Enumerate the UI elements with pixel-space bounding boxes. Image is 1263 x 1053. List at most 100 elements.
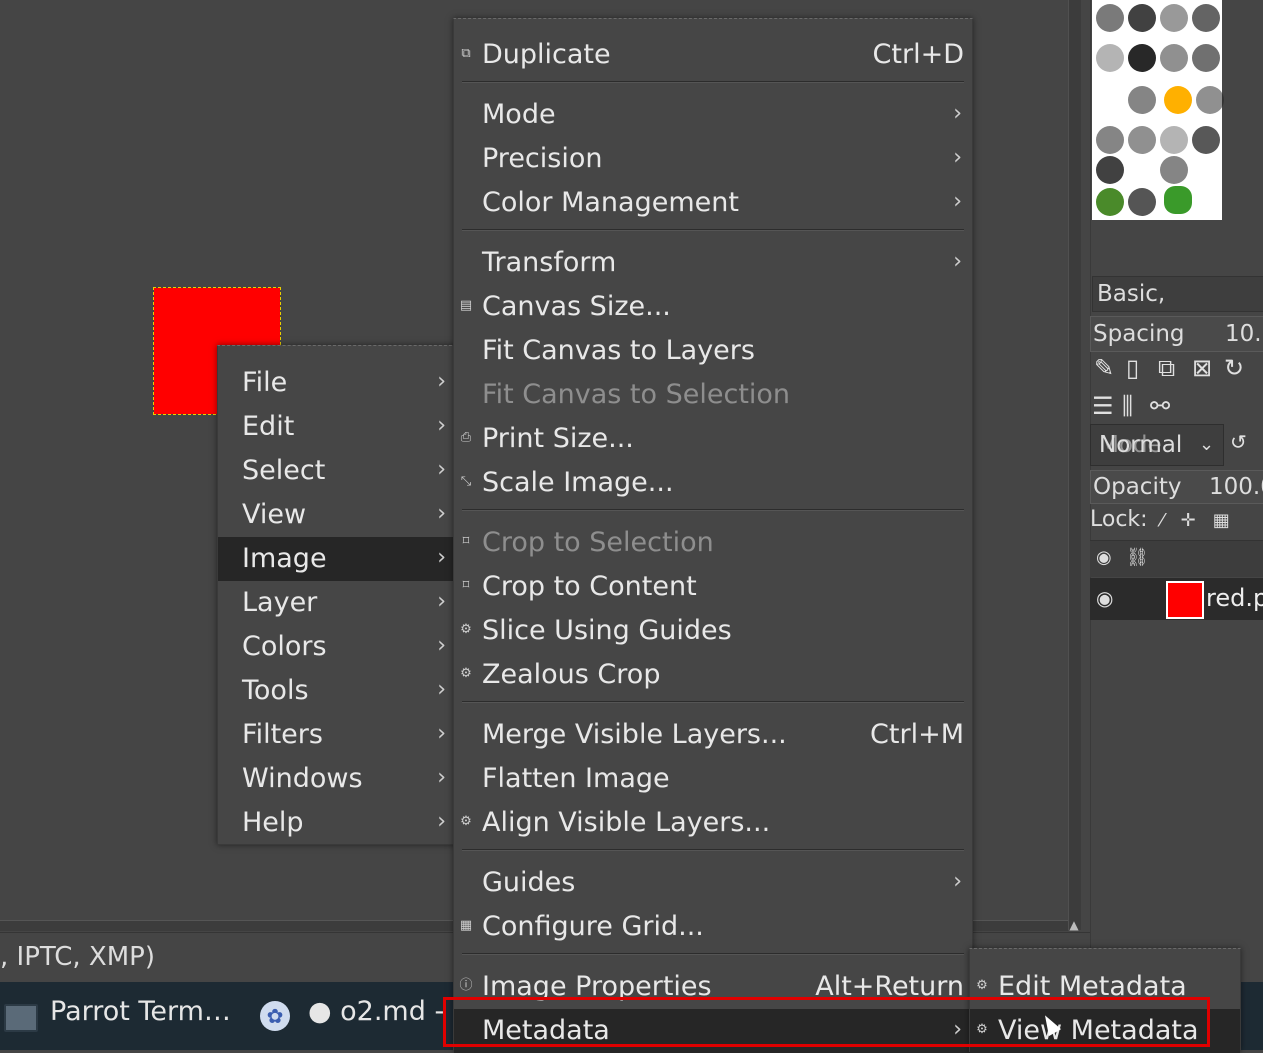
brush-thumb[interactable]: [1196, 86, 1224, 114]
menu-item-view[interactable]: View ›: [218, 493, 456, 537]
brush-thumb[interactable]: [1128, 86, 1156, 114]
menu-item-scale-image[interactable]: ⤡ Scale Image...: [454, 461, 972, 505]
brush-grid[interactable]: [1092, 0, 1224, 220]
chevron-right-icon: ›: [953, 869, 962, 894]
menu-item-duplicate[interactable]: ⧉ Duplicate Ctrl+D: [454, 33, 972, 77]
eye-icon[interactable]: ◉: [1096, 586, 1113, 610]
opacity-slider[interactable]: Opacity 100.0: [1090, 470, 1263, 504]
brush-thumb[interactable]: [1096, 126, 1124, 154]
menu-item-layer[interactable]: Layer ›: [218, 581, 456, 625]
lock-pixels-icon[interactable]: ⁄: [1161, 510, 1164, 531]
paths-tab-icon[interactable]: ⚯: [1150, 392, 1170, 420]
visibility-header-icon: ◉: [1096, 547, 1112, 568]
brush-thumb[interactable]: [1164, 186, 1192, 214]
refresh-brushes-icon[interactable]: ↻: [1224, 354, 1244, 382]
separator: [462, 81, 964, 83]
brush-name-field[interactable]: Basic,: [1092, 276, 1263, 312]
menu-item-help[interactable]: Help ›: [218, 801, 456, 845]
menu-item-transform[interactable]: Transform ›: [454, 241, 972, 285]
edit-brush-icon[interactable]: ✎: [1094, 354, 1114, 382]
layers-tab-icon[interactable]: ☰: [1092, 392, 1114, 420]
separator: [462, 849, 964, 851]
menu-item-canvas-size[interactable]: ▤ Canvas Size...: [454, 285, 972, 329]
brush-thumb[interactable]: [1096, 156, 1124, 184]
reset-mode-icon[interactable]: ↺: [1230, 430, 1247, 454]
chevron-right-icon: ›: [437, 633, 446, 658]
shortcut-duplicate: Ctrl+D: [872, 39, 964, 70]
brush-thumb[interactable]: [1160, 44, 1188, 72]
taskbar-item-terminal[interactable]: Parrot Term…: [50, 996, 231, 1027]
brush-thumb[interactable]: [1128, 126, 1156, 154]
brush-thumb[interactable]: [1192, 126, 1220, 154]
taskbar-item-editor[interactable]: ● o2.md -: [308, 996, 444, 1027]
duplicate-brush-icon[interactable]: ⧉: [1158, 354, 1175, 382]
menu-item-zealous-crop[interactable]: ⚙ Zealous Crop: [454, 653, 972, 697]
plugin-icon: ⚙: [460, 666, 472, 681]
chevron-right-icon: ›: [437, 765, 446, 790]
menu-item-merge-visible[interactable]: Merge Visible Layers... Ctrl+M: [454, 713, 972, 757]
opacity-value: 100.0: [1209, 474, 1263, 500]
plugin-icon: ⚙: [460, 814, 472, 829]
scale-icon: ⤡: [460, 474, 472, 489]
brush-thumb[interactable]: [1192, 4, 1220, 32]
menu-item-print-size[interactable]: ⎙ Print Size...: [454, 417, 972, 461]
menu-item-windows[interactable]: Windows ›: [218, 757, 456, 801]
spacing-slider[interactable]: Spacing 10.0: [1090, 316, 1263, 352]
chevron-right-icon: ›: [953, 101, 962, 126]
menu-item-align-visible[interactable]: ⚙ Align Visible Layers...: [454, 801, 972, 845]
context-menu: File › Edit › Select › View › Image › Layer › …: [217, 345, 457, 845]
brush-thumb[interactable]: [1128, 44, 1156, 72]
terminal-icon[interactable]: [4, 1004, 38, 1032]
brush-thumb[interactable]: [1096, 4, 1124, 32]
layer-thumbnail[interactable]: [1166, 581, 1204, 619]
vertical-scrollbar[interactable]: [1068, 0, 1081, 930]
menu-item-edit[interactable]: Edit ›: [218, 405, 456, 449]
lock-alpha-icon[interactable]: ▦: [1213, 510, 1230, 531]
shortcut-merge: Ctrl+M: [870, 719, 964, 750]
spacing-label: Spacing: [1093, 321, 1185, 347]
menu-item-select[interactable]: Select ›: [218, 449, 456, 493]
new-brush-icon[interactable]: ▯: [1126, 354, 1139, 382]
menu-item-flatten[interactable]: Flatten Image: [454, 757, 972, 801]
brush-thumb[interactable]: [1128, 188, 1156, 216]
brush-thumb[interactable]: [1096, 44, 1124, 72]
menu-item-crop-content[interactable]: ⌑ Crop to Content: [454, 565, 972, 609]
chevron-right-icon: ›: [437, 369, 446, 394]
menu-item-configure-grid[interactable]: ▦ Configure Grid...: [454, 905, 972, 949]
brush-thumb[interactable]: [1160, 126, 1188, 154]
layer-mode-dropdown[interactable]: Normal Mode ⌄: [1090, 424, 1224, 466]
info-icon: ⓘ: [459, 978, 473, 993]
menu-item-guides[interactable]: Guides ›: [454, 861, 972, 905]
brush-thumb[interactable]: [1160, 156, 1188, 184]
lock-label: Lock:: [1090, 507, 1148, 532]
menu-item-precision[interactable]: Precision ›: [454, 137, 972, 181]
mode-label: Mode: [1099, 432, 1162, 458]
chevron-right-icon: ›: [437, 721, 446, 746]
spacing-value: 10.0: [1225, 321, 1263, 347]
channels-tab-icon[interactable]: ⫼: [1122, 392, 1133, 420]
delete-brush-icon[interactable]: ⊠: [1192, 354, 1212, 382]
menu-item-tools[interactable]: Tools ›: [218, 669, 456, 713]
separator: [462, 229, 964, 231]
menu-item-slice-guides[interactable]: ⚙ Slice Using Guides: [454, 609, 972, 653]
menu-item-file[interactable]: File ›: [218, 361, 456, 405]
chevron-right-icon: ›: [437, 809, 446, 834]
brush-thumb[interactable]: [1128, 4, 1156, 32]
chain-header-icon: ⛓: [1126, 547, 1149, 568]
menu-item-colors[interactable]: Colors ›: [218, 625, 456, 669]
vscode-icon[interactable]: ✿: [260, 1001, 290, 1031]
brush-thumb[interactable]: [1096, 188, 1124, 216]
menu-item-filters[interactable]: Filters ›: [218, 713, 456, 757]
menu-item-mode[interactable]: Mode ›: [454, 93, 972, 137]
menu-item-fit-canvas-layers[interactable]: Fit Canvas to Layers: [454, 329, 972, 373]
duplicate-icon: ⧉: [461, 46, 471, 61]
lock-position-icon[interactable]: ✛: [1181, 510, 1196, 531]
brush-thumb[interactable]: [1160, 4, 1188, 32]
brush-thumb[interactable]: [1164, 86, 1192, 114]
brush-thumb[interactable]: [1192, 44, 1220, 72]
navigate-icon[interactable]: ▲: [1068, 918, 1080, 932]
grid-icon: ▦: [459, 918, 473, 933]
menu-item-image[interactable]: Image ›: [218, 537, 456, 581]
layer-name[interactable]: red.p: [1206, 584, 1263, 612]
menu-item-color-management[interactable]: Color Management ›: [454, 181, 972, 225]
